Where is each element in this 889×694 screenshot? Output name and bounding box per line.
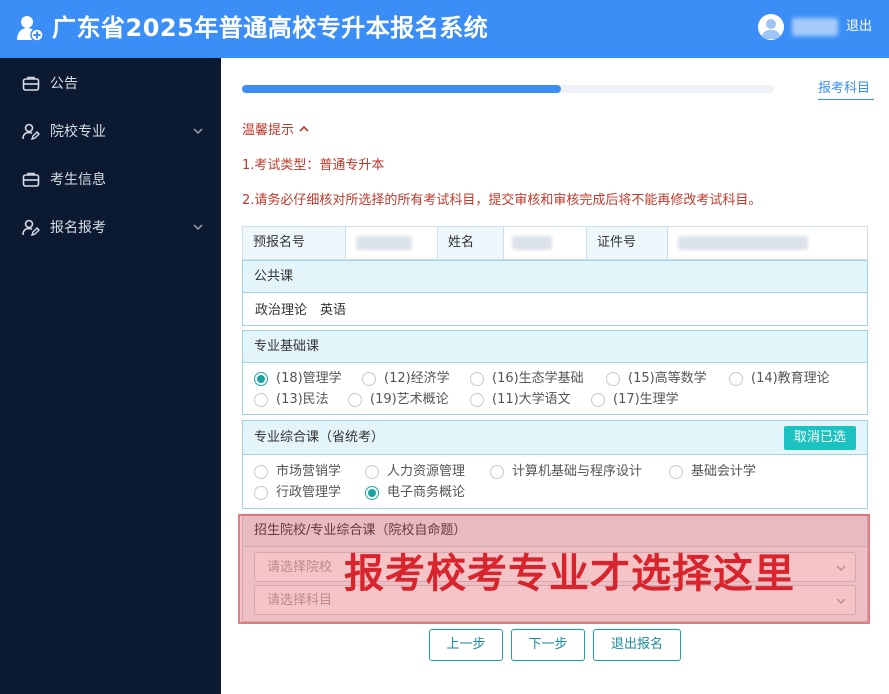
user-edit-icon <box>22 219 40 237</box>
chevron-down-icon <box>193 224 203 231</box>
radio-label: 市场营销学 <box>276 464 342 479</box>
panel-title: 专业基础课 <box>254 339 320 354</box>
tip-warning: 2.请务必仔细核对所选择的所有考试科目，提交审核和审核完成后将不能再修改考试科目… <box>242 193 762 208</box>
pre-reg-value <box>346 227 437 259</box>
radio-label: (11)大学语文 <box>492 392 571 407</box>
sidebar-item-label: 公告 <box>50 76 78 92</box>
radio-dot <box>254 486 268 500</box>
radio-label: (16)生态学基础 <box>492 371 584 386</box>
select-placeholder: 请选择科目 <box>267 593 333 608</box>
step-underline <box>818 99 874 100</box>
progress-fill <box>242 85 562 93</box>
name-value <box>504 227 586 259</box>
exit-registration-button[interactable]: 退出报名 <box>593 629 681 661</box>
candidate-info-row: 预报名号 姓名 证件号 <box>242 226 868 260</box>
public-course-panel: 公共课 政治理论 英语 <box>242 260 868 326</box>
radio-dot <box>254 393 268 407</box>
chevron-down-icon <box>836 565 846 571</box>
radio-label: (15)高等数学 <box>628 371 707 386</box>
pre-reg-label: 预报名号 <box>243 227 345 259</box>
sidebar-item-notice[interactable]: 公告 <box>0 60 221 108</box>
select-placeholder: 请选择院校 <box>267 560 333 575</box>
chevron-up-icon <box>299 125 309 132</box>
top-header: 广东省2025年普通高校专升本报名系统 退出 <box>0 0 889 58</box>
id-label: 证件号 <box>587 227 667 259</box>
sidebar-item-label: 报名报考 <box>50 220 106 236</box>
radio-label: (13)民法 <box>276 392 329 407</box>
radio-dot <box>362 372 376 386</box>
blurred-value <box>512 236 552 250</box>
panel-title: 公共课 <box>254 269 294 284</box>
logout-link[interactable]: 退出 <box>846 17 872 37</box>
blurred-value <box>356 236 412 250</box>
radio-label: 基础会计学 <box>691 464 757 479</box>
radio-label: (18)管理学 <box>276 371 342 386</box>
radio-label: (12)经济学 <box>384 371 450 386</box>
user-add-icon <box>17 16 44 42</box>
radio-label: (14)教育理论 <box>751 371 830 386</box>
radio-dot <box>254 465 268 479</box>
name-label: 姓名 <box>438 227 503 259</box>
panel-header: 招生院校/专业综合课（院校自命题） <box>243 515 867 547</box>
radio-dot <box>606 372 620 386</box>
next-step-button[interactable]: 下一步 <box>511 629 585 661</box>
radio-dot <box>470 372 484 386</box>
radio-dot <box>254 372 268 386</box>
id-value <box>668 227 867 259</box>
panel-header: 专业基础课 <box>243 331 867 363</box>
radio-label: 行政管理学 <box>276 485 342 500</box>
chevron-down-icon <box>193 128 203 135</box>
tips-toggle[interactable]: 温馨提示 <box>242 121 310 141</box>
sidebar-item-label: 院校专业 <box>50 124 106 140</box>
sidebar-item-label: 考生信息 <box>50 172 106 188</box>
radio-label: (17)生理学 <box>613 392 679 407</box>
user-avatar-icon[interactable] <box>758 14 784 40</box>
briefcase-icon <box>22 76 40 91</box>
username-blurred <box>792 18 838 36</box>
radio-dot <box>470 393 484 407</box>
step-label: 报考科目 <box>818 81 871 96</box>
sidebar-item-candidate-info[interactable]: 考生信息 <box>0 156 221 204</box>
tips-title: 温馨提示 <box>242 123 295 138</box>
panel-title: 专业综合课（省统考） <box>254 430 385 445</box>
radio-dot <box>669 465 683 479</box>
sidebar: 公告 院校专业 考生信息 报名报考 <box>0 58 221 694</box>
cancel-selection-button[interactable]: 取消已选 <box>784 426 856 450</box>
sidebar-item-registration[interactable]: 报名报考 <box>0 204 221 252</box>
radio-dot <box>729 372 743 386</box>
school-select[interactable]: 请选择院校 <box>254 552 856 582</box>
radio-label: 人力资源管理 <box>387 464 466 479</box>
progress-bar <box>242 85 774 93</box>
radio-dot <box>365 486 379 500</box>
panel-header: 公共课 <box>243 261 867 293</box>
radio-dot <box>490 465 504 479</box>
prev-step-button[interactable]: 上一步 <box>429 629 503 661</box>
user-edit-icon <box>22 123 40 141</box>
app-title: 广东省2025年普通高校专升本报名系统 <box>52 14 489 42</box>
radio-dot <box>365 465 379 479</box>
radio-dot <box>591 393 605 407</box>
radio-label: 计算机基础与程序设计 <box>512 464 643 479</box>
blurred-value <box>678 236 808 250</box>
panel-title: 招生院校/专业综合课（院校自命题） <box>254 523 467 538</box>
radio-label: 电子商务概论 <box>387 485 466 500</box>
subject-select[interactable]: 请选择科目 <box>254 585 856 615</box>
radio-dot <box>348 393 362 407</box>
panel-header: 专业综合课（省统考） <box>243 421 867 455</box>
radio-label: (19)艺术概论 <box>370 392 449 407</box>
chevron-down-icon <box>836 598 846 604</box>
sidebar-item-majors[interactable]: 院校专业 <box>0 108 221 156</box>
public-course-subjects: 政治理论 英语 <box>255 303 347 318</box>
briefcase-icon <box>22 172 40 187</box>
tip-exam-type: 1.考试类型：普通专升本 <box>242 158 385 173</box>
